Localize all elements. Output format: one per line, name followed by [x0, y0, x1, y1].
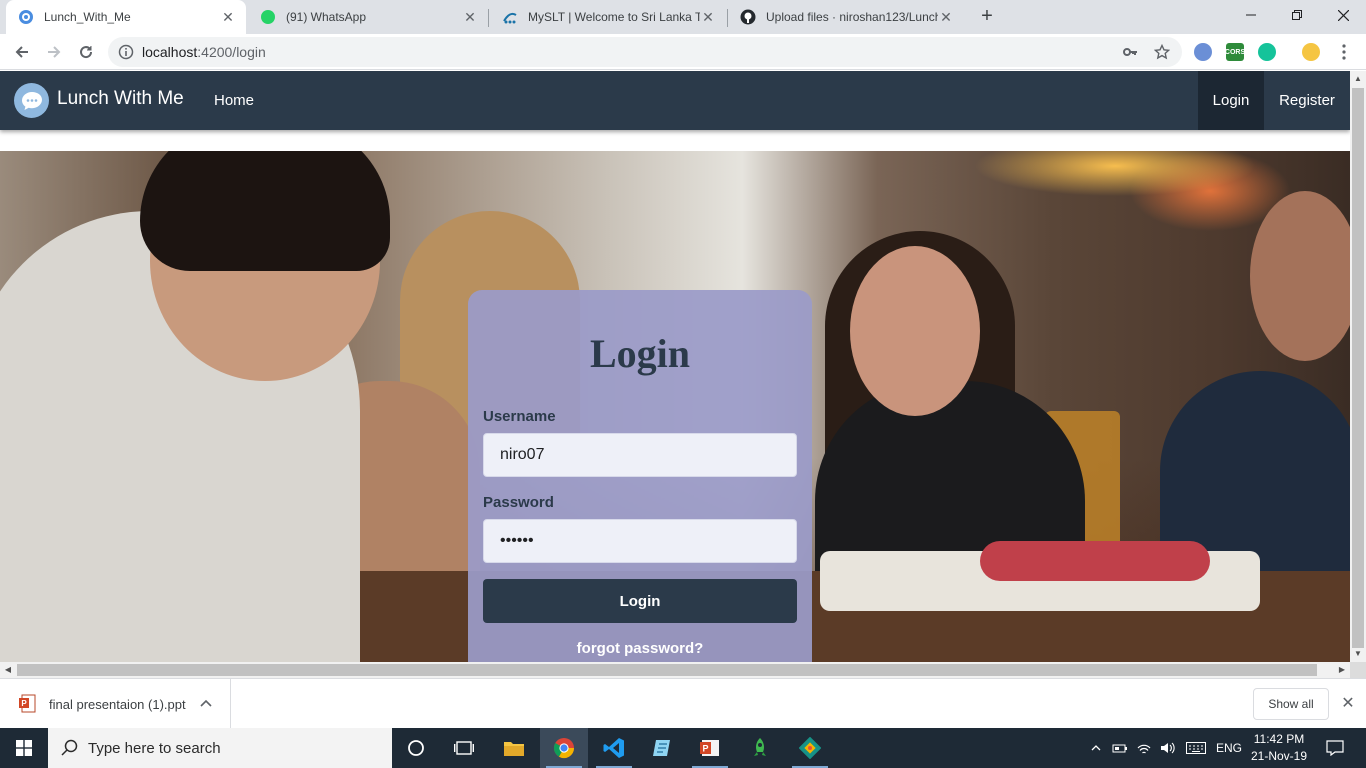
- web-viewport: Lunch With Me Home Login Register Login …: [0, 71, 1350, 662]
- download-shelf: P final presentaion (1).ppt Show all ✕: [0, 678, 1366, 729]
- nav-register-link[interactable]: Register: [1264, 71, 1350, 130]
- tab-title: Upload files · niroshan123/Lunch: [766, 10, 938, 24]
- keyboard-icon[interactable]: [1184, 728, 1208, 768]
- rocket-app-icon[interactable]: [736, 728, 784, 768]
- nav-home-link[interactable]: Home: [214, 92, 254, 109]
- svg-text:P: P: [21, 699, 27, 708]
- tab-title: (91) WhatsApp: [286, 10, 367, 24]
- info-icon[interactable]: [118, 44, 134, 60]
- taskbar-search-box[interactable]: Type here to search: [48, 728, 392, 768]
- minimize-button[interactable]: [1228, 0, 1274, 30]
- new-tab-button[interactable]: +: [975, 5, 999, 29]
- password-input[interactable]: ••••••: [483, 519, 797, 563]
- forgot-password-link[interactable]: forgot password?: [468, 640, 812, 657]
- grammarly-icon[interactable]: [1258, 43, 1276, 61]
- whatsapp-icon: [260, 9, 276, 25]
- clock-date: 21-Nov-19: [1250, 749, 1308, 763]
- restore-button[interactable]: [1274, 0, 1320, 30]
- nav-login-link[interactable]: Login: [1198, 71, 1264, 130]
- tab-close-icon[interactable]: ✕: [220, 9, 236, 25]
- photo-person: [140, 151, 390, 271]
- tab-myslt[interactable]: MySLT | Welcome to Sri Lanka Te ✕: [490, 0, 726, 34]
- tab-github[interactable]: Upload files · niroshan123/Lunch ✕: [728, 0, 964, 34]
- scroll-right-arrow-icon[interactable]: ▶: [1334, 662, 1350, 678]
- back-button[interactable]: [8, 38, 36, 66]
- key-icon[interactable]: [1122, 44, 1138, 60]
- search-icon: [60, 738, 80, 758]
- close-shelf-icon[interactable]: ✕: [1338, 694, 1358, 714]
- language-indicator[interactable]: ENG: [1212, 728, 1246, 768]
- clock-time: 11:42 PM: [1253, 732, 1305, 746]
- globe-icon: [18, 9, 34, 25]
- chevron-up-icon[interactable]: [200, 696, 216, 712]
- tab-close-icon[interactable]: ✕: [700, 9, 716, 25]
- battery-icon[interactable]: [1110, 728, 1130, 768]
- tab-separator: [488, 9, 489, 27]
- tab-close-icon[interactable]: ✕: [462, 9, 478, 25]
- url-path: :4200/login: [197, 44, 266, 60]
- file-explorer-icon[interactable]: [490, 728, 538, 768]
- tab-strip: Lunch_With_Me ✕ (91) WhatsApp ✕ MySLT | …: [0, 0, 1366, 34]
- wifi-icon[interactable]: [1134, 728, 1154, 768]
- scroll-left-arrow-icon[interactable]: ◀: [0, 662, 16, 678]
- photo-food: [980, 541, 1210, 581]
- ppt-file-icon: P: [19, 694, 37, 714]
- bookmark-star-icon[interactable]: [1154, 44, 1170, 60]
- horizontal-scrollbar[interactable]: ◀ ▶: [0, 662, 1350, 678]
- close-window-button[interactable]: [1320, 0, 1366, 30]
- windows-start-icon[interactable]: [0, 728, 48, 768]
- windows-taskbar: Type here to search P ENG 11:42 PM 21-No…: [0, 728, 1366, 768]
- volume-icon[interactable]: [1158, 728, 1178, 768]
- address-bar[interactable]: localhost:4200/login: [108, 37, 1182, 67]
- menu-kebab-icon[interactable]: [1330, 38, 1358, 66]
- login-title: Login: [589, 331, 691, 376]
- tab-lunch-with-me[interactable]: Lunch_With_Me ✕: [6, 0, 246, 34]
- tab-close-icon[interactable]: ✕: [938, 9, 954, 25]
- forward-button[interactable]: [40, 38, 68, 66]
- scroll-corner: [1350, 662, 1366, 678]
- cors-extension-icon[interactable]: CORS: [1225, 43, 1245, 61]
- username-label: Username: [483, 408, 556, 425]
- vertical-scrollbar[interactable]: ▲ ▼: [1350, 71, 1366, 662]
- github-icon: [740, 9, 756, 25]
- download-filename: final presentaion (1).ppt: [49, 696, 186, 712]
- reload-button[interactable]: [72, 38, 100, 66]
- notification-center-icon[interactable]: [1318, 728, 1352, 768]
- powerpoint-icon[interactable]: P: [686, 728, 734, 768]
- password-label: Password: [483, 494, 554, 511]
- scroll-up-arrow-icon[interactable]: ▲: [1350, 71, 1366, 87]
- photo-person: [1250, 191, 1350, 361]
- url-text: localhost:4200/login: [142, 44, 266, 60]
- tab-title: MySLT | Welcome to Sri Lanka Te: [528, 10, 700, 24]
- photo-person: [850, 246, 980, 416]
- login-submit-button[interactable]: Login: [483, 579, 797, 623]
- notepad-icon[interactable]: [638, 728, 686, 768]
- horizontal-scroll-thumb[interactable]: [17, 664, 1317, 676]
- vertical-scroll-thumb[interactable]: [1352, 88, 1364, 648]
- task-view-icon[interactable]: [440, 728, 488, 768]
- gitkraken-icon[interactable]: [786, 728, 834, 768]
- cortana-icon[interactable]: [392, 728, 440, 768]
- tab-title: Lunch_With_Me: [44, 10, 131, 24]
- tab-whatsapp[interactable]: (91) WhatsApp ✕: [248, 0, 488, 34]
- taskbar-clock[interactable]: 11:42 PM 21-Nov-19: [1244, 731, 1314, 765]
- profile-avatar-icon[interactable]: [1302, 43, 1320, 61]
- extension-icon[interactable]: [1194, 43, 1212, 61]
- slt-icon: [502, 9, 518, 25]
- download-item[interactable]: P final presentaion (1).ppt: [0, 679, 231, 729]
- username-input[interactable]: niro07: [483, 433, 797, 477]
- chat-bubble-logo-icon[interactable]: [14, 83, 49, 118]
- url-host: localhost: [142, 44, 198, 60]
- app-navbar: Lunch With Me Home Login Register: [0, 71, 1350, 130]
- tray-chevron-up-icon[interactable]: [1086, 728, 1106, 768]
- scroll-down-arrow-icon[interactable]: ▼: [1350, 646, 1366, 662]
- svg-text:P: P: [702, 744, 708, 754]
- browser-toolbar: localhost:4200/login CORS: [0, 34, 1366, 70]
- brand-name[interactable]: Lunch With Me: [57, 88, 184, 110]
- search-placeholder: Type here to search: [88, 739, 221, 757]
- vscode-icon[interactable]: [590, 728, 638, 768]
- chrome-taskbar-icon[interactable]: [540, 728, 588, 768]
- show-all-downloads-button[interactable]: Show all: [1253, 688, 1329, 720]
- login-card: Login Username niro07 Password •••••• Lo…: [468, 290, 812, 662]
